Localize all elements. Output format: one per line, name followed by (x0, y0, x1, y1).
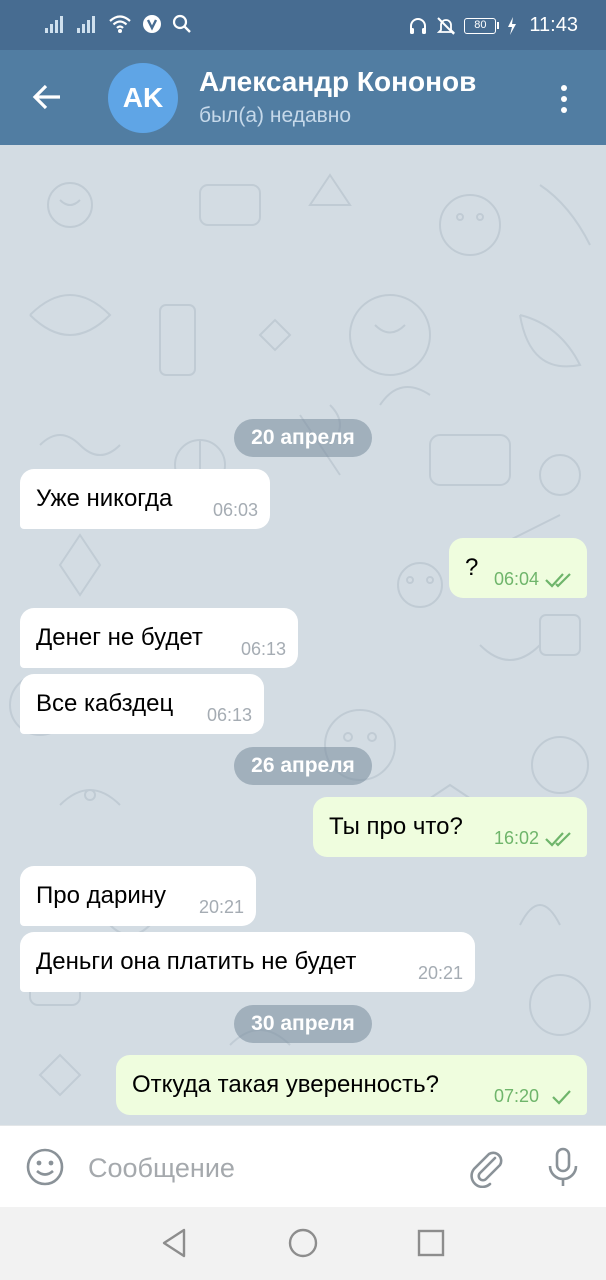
message-bubble-outgoing[interactable]: Откуда такая уверенность? 07:20 (116, 1055, 587, 1115)
dot-icon (561, 85, 567, 91)
message-time: 07:20 (493, 1086, 539, 1106)
dot-icon (561, 96, 567, 102)
message-bubble-incoming[interactable]: Про дарину 20:21 (20, 866, 256, 926)
battery-icon: 80 (464, 17, 500, 34)
paperclip-icon[interactable] (465, 1146, 507, 1188)
date-separator: 20 апреля (234, 419, 372, 457)
signal-icon (45, 16, 63, 33)
double-check-icon (545, 573, 571, 588)
microphone-icon[interactable] (542, 1146, 584, 1188)
dot-icon (561, 107, 567, 113)
date-separator: 30 апреля (234, 1005, 372, 1043)
message-text: Денег не будет (36, 624, 203, 651)
message-bubble-outgoing[interactable]: Ты про что? 16:02 (313, 797, 587, 857)
message-time: 16:02 (493, 828, 539, 848)
clock: 11:43 (529, 14, 578, 36)
vpn-icon (143, 15, 161, 33)
home-circle-icon[interactable] (285, 1225, 321, 1261)
chat-header: AK Александр Кононов был(а) недавно (0, 50, 606, 145)
message-time: 20:21 (198, 897, 244, 917)
battery-level: 80 (464, 17, 497, 34)
message-time: 06:03 (212, 500, 258, 520)
charging-icon (508, 16, 517, 35)
search-icon (172, 14, 191, 33)
message-bubble-outgoing[interactable]: ? 06:04 (449, 538, 587, 598)
chat-area[interactable]: 20 апреля 26 апреля 30 апреля Уже никогд… (0, 145, 606, 1125)
message-text: Уже никогда (36, 485, 173, 512)
message-time: 06:13 (240, 639, 286, 659)
headphones-icon (410, 17, 427, 34)
single-check-icon (552, 1090, 571, 1105)
message-bubble-incoming[interactable]: Все кабздец 06:13 (20, 674, 264, 734)
message-bubble-incoming[interactable]: Деньги она платить не будет 20:21 (20, 932, 475, 992)
message-time: 20:21 (417, 963, 463, 983)
wifi-icon (109, 15, 131, 33)
message-composer (0, 1125, 606, 1207)
message-input[interactable] (88, 1146, 428, 1190)
avatar[interactable]: AK (108, 63, 178, 133)
system-navigation-bar (0, 1207, 606, 1280)
message-time: 06:04 (493, 569, 539, 589)
arrow-left-icon (32, 84, 60, 110)
back-triangle-icon[interactable] (156, 1225, 192, 1261)
status-bar: 80 11:43 (0, 0, 606, 50)
contact-status: был(а) недавно (199, 104, 352, 127)
message-text: Деньги она платить не будет (36, 948, 357, 975)
message-text: Ты про что? (329, 813, 463, 840)
message-text: Про дарину (36, 882, 166, 909)
message-text: ? (465, 554, 479, 581)
date-separator: 26 апреля (234, 747, 372, 785)
recents-square-icon[interactable] (413, 1225, 449, 1261)
contact-name[interactable]: Александр Кононов (199, 66, 476, 98)
signal-icon (77, 16, 95, 33)
emoji-icon[interactable] (24, 1146, 66, 1188)
message-time: 06:13 (206, 705, 252, 725)
bell-off-icon (437, 16, 456, 35)
double-check-icon (545, 832, 571, 847)
message-bubble-incoming[interactable]: Денег не будет 06:13 (20, 608, 298, 668)
message-bubble-incoming[interactable]: Уже никогда 06:03 (20, 469, 270, 529)
back-button[interactable] (26, 76, 68, 118)
more-menu-button[interactable] (546, 78, 582, 120)
message-text: Откуда такая уверенность? (132, 1071, 439, 1098)
message-text: Все кабздец (36, 690, 174, 717)
